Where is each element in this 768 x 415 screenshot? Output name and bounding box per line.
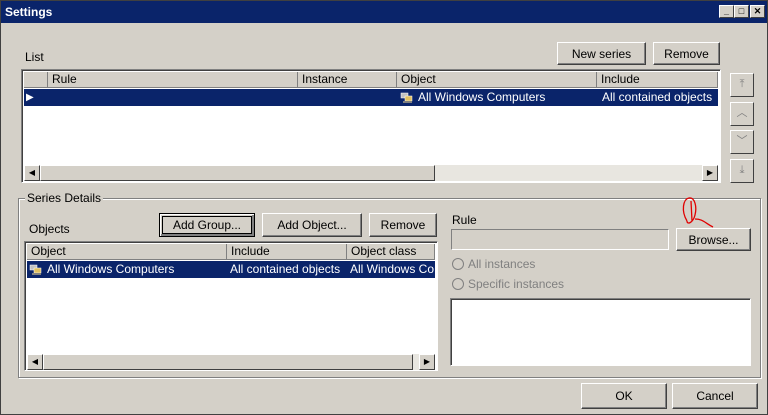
list-row-object: All Windows Computers <box>418 90 546 104</box>
remove-object-button[interactable]: Remove <box>369 213 437 237</box>
browse-button[interactable]: Browse... <box>676 228 751 251</box>
move-up-icon[interactable]: ︿ <box>730 102 754 126</box>
objects-horizontal-scrollbar[interactable]: ◀ ▶ <box>27 354 435 370</box>
list-header-indicator <box>24 72 48 88</box>
list-header-rule[interactable]: Rule <box>48 72 298 88</box>
list-row-include: All contained objects <box>602 90 713 104</box>
instances-list[interactable] <box>450 298 751 366</box>
objects-list[interactable]: Object Include Object class All Windows … <box>24 241 438 371</box>
objects-row-object-cell: All Windows Computers <box>29 261 227 278</box>
list-horizontal-scrollbar[interactable]: ◀ ▶ <box>24 165 718 181</box>
rule-field <box>451 229 669 250</box>
objects-header-include[interactable]: Include <box>227 244 347 260</box>
scroll-thumb[interactable] <box>40 165 435 181</box>
all-instances-radio[interactable] <box>452 258 464 270</box>
scroll-right-icon[interactable]: ▶ <box>702 165 718 181</box>
rule-label: Rule <box>452 213 477 227</box>
scroll-left-icon[interactable]: ◀ <box>24 165 40 181</box>
specific-instances-radio[interactable] <box>452 278 464 290</box>
annotation-scribble-icon <box>682 197 714 228</box>
series-details-label: Series Details <box>25 191 104 205</box>
objects-label: Objects <box>29 222 70 236</box>
objects-header-object[interactable]: Object <box>27 244 227 260</box>
new-series-button[interactable]: New series <box>557 42 646 65</box>
close-icon[interactable]: ✕ <box>750 5 765 18</box>
series-list[interactable]: Rule Instance Object Include ▶ All Windo… <box>21 69 721 183</box>
list-row[interactable]: ▶ All Windows Computers All contained ob… <box>24 89 718 106</box>
move-top-icon[interactable]: ⤒ <box>730 73 754 97</box>
maximize-icon[interactable]: □ <box>734 5 749 18</box>
all-instances-label: All instances <box>468 257 536 271</box>
list-row-object-cell: All Windows Computers <box>400 89 596 106</box>
scroll-left-icon[interactable]: ◀ <box>27 354 43 370</box>
objects-row-object: All Windows Computers <box>47 262 175 276</box>
objects-row-object-class: All Windows Co... <box>350 262 434 276</box>
remove-series-button[interactable]: Remove <box>653 42 720 65</box>
objects-header-object-class[interactable]: Object class <box>347 244 435 260</box>
add-group-button[interactable]: Add Group... <box>159 213 255 237</box>
list-header-object[interactable]: Object <box>397 72 597 88</box>
scroll-thumb[interactable] <box>43 354 413 370</box>
row-pointer-icon: ▶ <box>26 92 34 103</box>
minimize-icon[interactable]: _ <box>719 5 734 18</box>
move-bottom-icon[interactable]: ⤓ <box>730 159 754 183</box>
specific-instances-label: Specific instances <box>468 277 565 291</box>
ok-button[interactable]: OK <box>581 383 667 409</box>
objects-row-include: All contained objects <box>230 262 341 276</box>
settings-window: Settings _ □ ✕ List New series Remove Ru… <box>0 0 768 415</box>
window-title: Settings <box>5 5 53 19</box>
list-header-include[interactable]: Include <box>597 72 718 88</box>
add-object-button[interactable]: Add Object... <box>262 213 362 237</box>
scroll-right-icon[interactable]: ▶ <box>419 354 435 370</box>
objects-row[interactable]: All Windows Computers All contained obje… <box>27 261 435 278</box>
cancel-button[interactable]: Cancel <box>672 383 758 409</box>
title-bar[interactable]: Settings <box>1 1 767 23</box>
move-down-icon[interactable]: ﹀ <box>730 130 754 154</box>
computers-group-icon <box>400 92 414 104</box>
list-header-instance[interactable]: Instance <box>298 72 397 88</box>
list-label: List <box>25 50 44 64</box>
computers-group-icon <box>29 264 43 276</box>
